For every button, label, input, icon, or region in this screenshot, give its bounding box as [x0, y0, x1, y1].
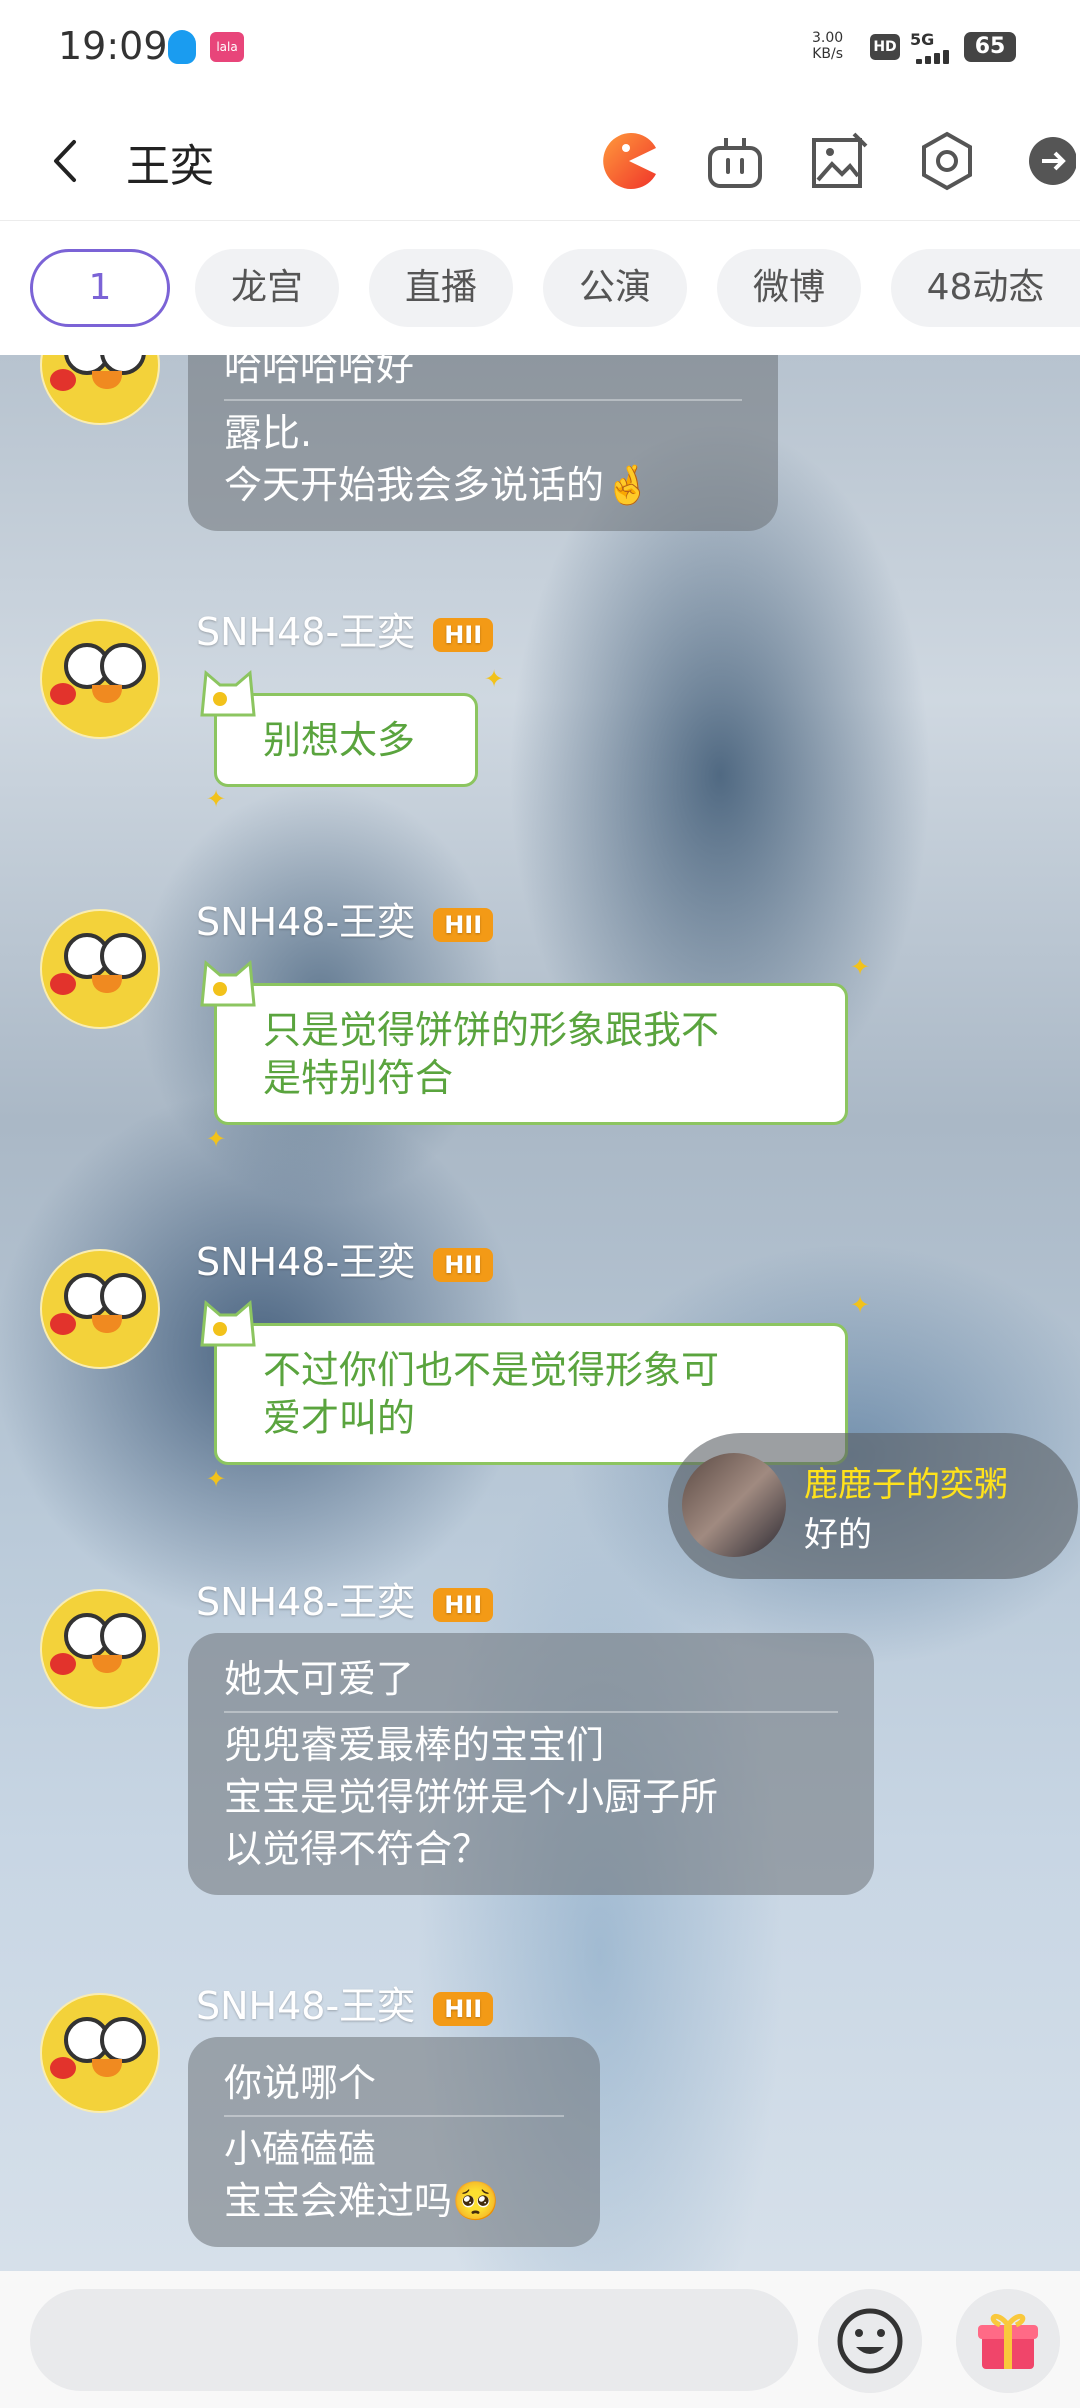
- quoted-text: 她太可爱了: [224, 1653, 838, 1713]
- cat-sticker-icon: [200, 959, 256, 1007]
- network-speed: 3.00 KB/s: [812, 30, 843, 62]
- sparkle-icon: ✦: [206, 1465, 227, 1493]
- chat-header: 王奕: [0, 100, 1080, 221]
- avatar[interactable]: [40, 1993, 160, 2113]
- tab-longgong[interactable]: 龙宫: [195, 249, 339, 327]
- commenter-name: 鹿鹿子的奕粥: [804, 1465, 1008, 1505]
- sender-label: SNH48-王奕: [196, 1580, 416, 1624]
- battery-icon: 65: [964, 32, 1016, 62]
- sender-name: SNH48-王奕 HII: [196, 601, 494, 656]
- sparkle-icon: ✦: [850, 1291, 871, 1319]
- page-title: 王奕: [126, 141, 214, 192]
- sparkle-icon: ✦: [206, 1125, 227, 1153]
- message-bubble[interactable]: 你说哪个 小磕磕磕 宝宝会难过吗🥺: [188, 2037, 600, 2247]
- quoted-text: 哈哈哈哈好: [224, 355, 742, 401]
- status-time: 19:09: [58, 24, 168, 68]
- sender-name: SNH48-王奕 HII: [196, 1571, 494, 1626]
- message-text: 宝宝是觉得饼饼是个小厨子所: [224, 1775, 719, 1819]
- bottom-bar: [0, 2271, 1080, 2408]
- message-bubble[interactable]: 只是觉得饼饼的形象跟我不 是特别符合: [214, 983, 848, 1125]
- message-bubble[interactable]: 她太可爱了 兜兜睿爱最棒的宝宝们 宝宝是觉得饼饼是个小厨子所 以觉得不符合？: [188, 1633, 874, 1895]
- level-badge: HII: [433, 1247, 494, 1282]
- chat-area[interactable]: 哈哈哈哈好 露比. 今天开始我会多说话的🤞 SNH48-王奕 HII 别想太多 ✦…: [0, 355, 1080, 2271]
- avatar[interactable]: [40, 355, 160, 425]
- tab-1[interactable]: 1: [30, 249, 170, 327]
- message-text: 不过你们也不是觉得形象可: [263, 1348, 720, 1392]
- status-bar: 19:09 lala 3.00 KB/s HD 5G 65: [0, 0, 1080, 100]
- robot-icon[interactable]: [704, 130, 766, 192]
- floating-comment[interactable]: 鹿鹿子的奕粥 好的: [668, 1433, 1078, 1579]
- network-speed-value: 3.00: [812, 30, 844, 46]
- exit-icon[interactable]: [1022, 130, 1076, 192]
- commenter-avatar: [682, 1453, 786, 1557]
- avatar[interactable]: [40, 1589, 160, 1709]
- sender-name: SNH48-王奕 HII: [196, 891, 494, 946]
- sparkle-icon: ✦: [206, 785, 227, 813]
- message-text: 小磕磕磕: [224, 2127, 377, 2171]
- level-badge: HII: [433, 1587, 494, 1622]
- sender-name: SNH48-王奕 HII: [196, 1975, 494, 2030]
- sender-label: SNH48-王奕: [196, 1240, 416, 1284]
- quoted-text: 你说哪个: [224, 2057, 564, 2117]
- app-notification-icon: lala: [210, 32, 244, 62]
- network-speed-unit: KB/s: [812, 46, 843, 62]
- avatar[interactable]: [40, 1249, 160, 1369]
- message-bubble[interactable]: 哈哈哈哈好 露比. 今天开始我会多说话的🤞: [188, 355, 778, 531]
- avatar[interactable]: [40, 619, 160, 739]
- emoji-icon[interactable]: [818, 2289, 922, 2393]
- message-text: 今天开始我会多说话的🤞: [224, 463, 652, 507]
- message-text: 别想太多: [263, 718, 416, 762]
- settings-icon[interactable]: [916, 130, 978, 192]
- sender-name: SNH48-王奕 HII: [196, 1231, 494, 1286]
- level-badge: HII: [433, 1991, 494, 2026]
- tab-performance[interactable]: 公演: [543, 249, 687, 327]
- message-text: 只是觉得饼饼的形象跟我不: [263, 1008, 720, 1052]
- qq-notification-icon: [168, 30, 196, 64]
- sparkle-icon: ✦: [850, 953, 871, 981]
- back-icon[interactable]: [46, 136, 86, 186]
- sender-label: SNH48-王奕: [196, 900, 416, 944]
- message-text: 宝宝会难过吗🥺: [224, 2179, 500, 2223]
- tab-bar: 1 龙宫 直播 公演 微博 48动态: [0, 221, 1080, 355]
- avatar[interactable]: [40, 909, 160, 1029]
- hd-icon: HD: [870, 34, 900, 60]
- message-text: 露比.: [224, 411, 313, 455]
- message-text: 是特别符合: [263, 1056, 454, 1100]
- comment-text: 好的: [804, 1515, 872, 1555]
- level-badge: HII: [433, 907, 494, 942]
- tab-48-news[interactable]: 48动态: [891, 249, 1080, 327]
- network-type: 5G: [910, 30, 935, 49]
- sender-label: SNH48-王奕: [196, 1984, 416, 2028]
- sparkle-icon: ✦: [484, 665, 505, 693]
- level-badge: HII: [433, 617, 494, 652]
- message-input[interactable]: [30, 2289, 798, 2391]
- cat-sticker-icon: [200, 1299, 256, 1347]
- tab-live[interactable]: 直播: [369, 249, 513, 327]
- pacman-icon[interactable]: [598, 130, 660, 192]
- sender-label: SNH48-王奕: [196, 610, 416, 654]
- cat-sticker-icon: [200, 669, 256, 717]
- message-text: 兜兜睿爱最棒的宝宝们: [224, 1723, 605, 1767]
- tab-weibo[interactable]: 微博: [717, 249, 861, 327]
- message-text: 以觉得不符合？: [224, 1827, 491, 1871]
- signal-icon: [916, 48, 956, 64]
- gift-icon[interactable]: [956, 2289, 1060, 2393]
- image-icon[interactable]: [808, 130, 870, 192]
